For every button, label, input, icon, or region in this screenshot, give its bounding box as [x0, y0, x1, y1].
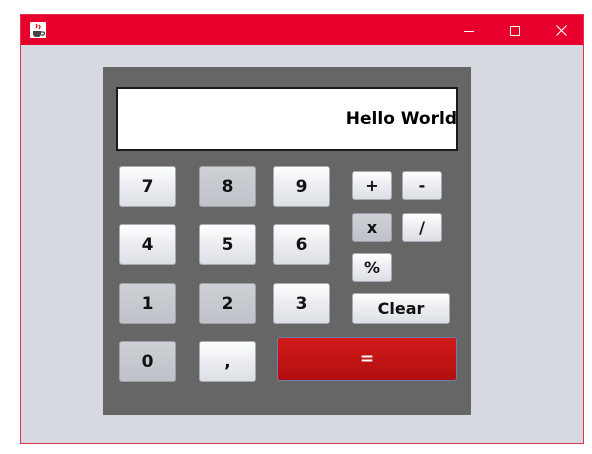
title-bar[interactable] — [21, 15, 583, 45]
key-8[interactable]: 8 — [199, 166, 256, 207]
key-plus[interactable]: + — [352, 171, 392, 200]
maximize-button[interactable] — [492, 15, 538, 45]
key-9[interactable]: 9 — [273, 166, 330, 207]
key-7[interactable]: 7 — [119, 166, 176, 207]
key-comma[interactable]: , — [199, 341, 256, 382]
key-percent[interactable]: % — [352, 253, 392, 282]
key-divide[interactable]: / — [402, 213, 442, 242]
clear-button[interactable]: Clear — [352, 293, 450, 324]
maximize-icon — [510, 21, 520, 40]
key-5[interactable]: 5 — [199, 224, 256, 265]
java-cup-icon — [30, 22, 46, 38]
close-button[interactable] — [538, 15, 584, 45]
display-text: Hello World — [345, 109, 457, 129]
close-icon — [555, 21, 567, 40]
app-window: Hello World 7 8 9 4 5 6 1 2 3 0 , + - x … — [20, 14, 584, 444]
key-6[interactable]: 6 — [273, 224, 330, 265]
key-0[interactable]: 0 — [119, 341, 176, 382]
key-1[interactable]: 1 — [119, 283, 176, 324]
minimize-button[interactable] — [446, 15, 492, 45]
minimize-icon — [464, 21, 474, 40]
key-2[interactable]: 2 — [199, 283, 256, 324]
key-4[interactable]: 4 — [119, 224, 176, 265]
calculator-panel: Hello World 7 8 9 4 5 6 1 2 3 0 , + - x … — [103, 67, 471, 415]
key-minus[interactable]: - — [402, 171, 442, 200]
key-multiply[interactable]: x — [352, 213, 392, 242]
display-field[interactable]: Hello World — [116, 87, 458, 151]
key-3[interactable]: 3 — [273, 283, 330, 324]
equals-button[interactable]: = — [277, 337, 457, 381]
